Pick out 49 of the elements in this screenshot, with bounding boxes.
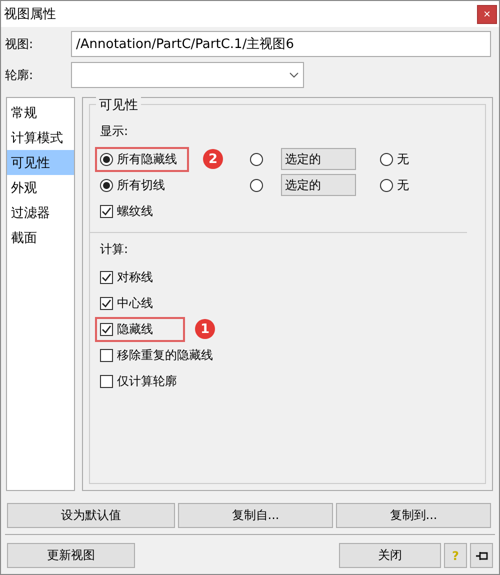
window-title: 视图属性 (4, 6, 56, 23)
action-button[interactable]: 复制自... (178, 503, 333, 528)
checkbox-label: 移除重复的隐藏线 (117, 346, 213, 364)
option-label: 所有切线 (117, 176, 165, 194)
callout-badge: 1 (195, 319, 215, 339)
section-heading: 显示: (100, 123, 130, 140)
radio-button[interactable] (250, 178, 263, 192)
checkbox-label: 对称线 (117, 268, 153, 286)
pin-icon (474, 550, 488, 562)
checkbox[interactable] (100, 270, 113, 284)
checkbox-label: 仅计算轮廓 (117, 372, 177, 390)
checkbox[interactable] (100, 374, 113, 388)
chevron-icon (289, 72, 299, 78)
close-button[interactable]: × (477, 4, 497, 24)
checkbox-label: 隐藏线 (117, 320, 153, 338)
group-title: 可见性 (96, 96, 141, 114)
checkbox-label: 螺纹线 (117, 202, 153, 220)
checkbox[interactable] (100, 322, 113, 336)
dropdown-field[interactable] (71, 62, 304, 88)
radio-button[interactable] (100, 152, 113, 166)
radio-button[interactable] (380, 152, 393, 166)
sidebar-item[interactable]: 可见性 (7, 150, 74, 175)
field-label: 视图: (5, 36, 34, 52)
sidebar-item[interactable]: 常规 (7, 100, 74, 125)
option-label: 所有隐藏线 (117, 150, 177, 168)
view-field[interactable]: /Annotation/PartC/PartC.1/主视图6 (71, 31, 491, 57)
checkbox-label: 中心线 (117, 294, 153, 312)
callout-badge: 2 (203, 149, 223, 169)
radio-button[interactable] (380, 178, 393, 192)
sidebar-item[interactable]: 过滤器 (7, 200, 74, 225)
update-view-button[interactable]: 更新视图 (7, 543, 135, 568)
sidebar-item[interactable]: 截面 (7, 225, 74, 250)
radio-button[interactable] (250, 152, 263, 166)
checkbox[interactable] (100, 348, 113, 362)
option-label: 无 (397, 176, 409, 194)
action-button[interactable]: 设为默认值 (7, 503, 175, 528)
section-heading: 计算: (100, 241, 130, 258)
field-label: 轮廓: (5, 66, 34, 84)
radio-button[interactable] (100, 178, 113, 192)
checkbox[interactable] (100, 204, 113, 218)
selection-field[interactable]: 选定的 (281, 174, 356, 196)
selection-field[interactable]: 选定的 (281, 148, 356, 170)
sidebar-item[interactable]: 外观 (7, 175, 74, 200)
option-label: 无 (397, 150, 409, 168)
close-dialog-button[interactable]: 关闭 (339, 543, 441, 568)
sidebar-item[interactable]: 计算模式 (7, 125, 74, 150)
checkbox[interactable] (100, 296, 113, 310)
action-button[interactable]: 复制到... (336, 503, 491, 528)
pin-button[interactable] (470, 543, 493, 568)
